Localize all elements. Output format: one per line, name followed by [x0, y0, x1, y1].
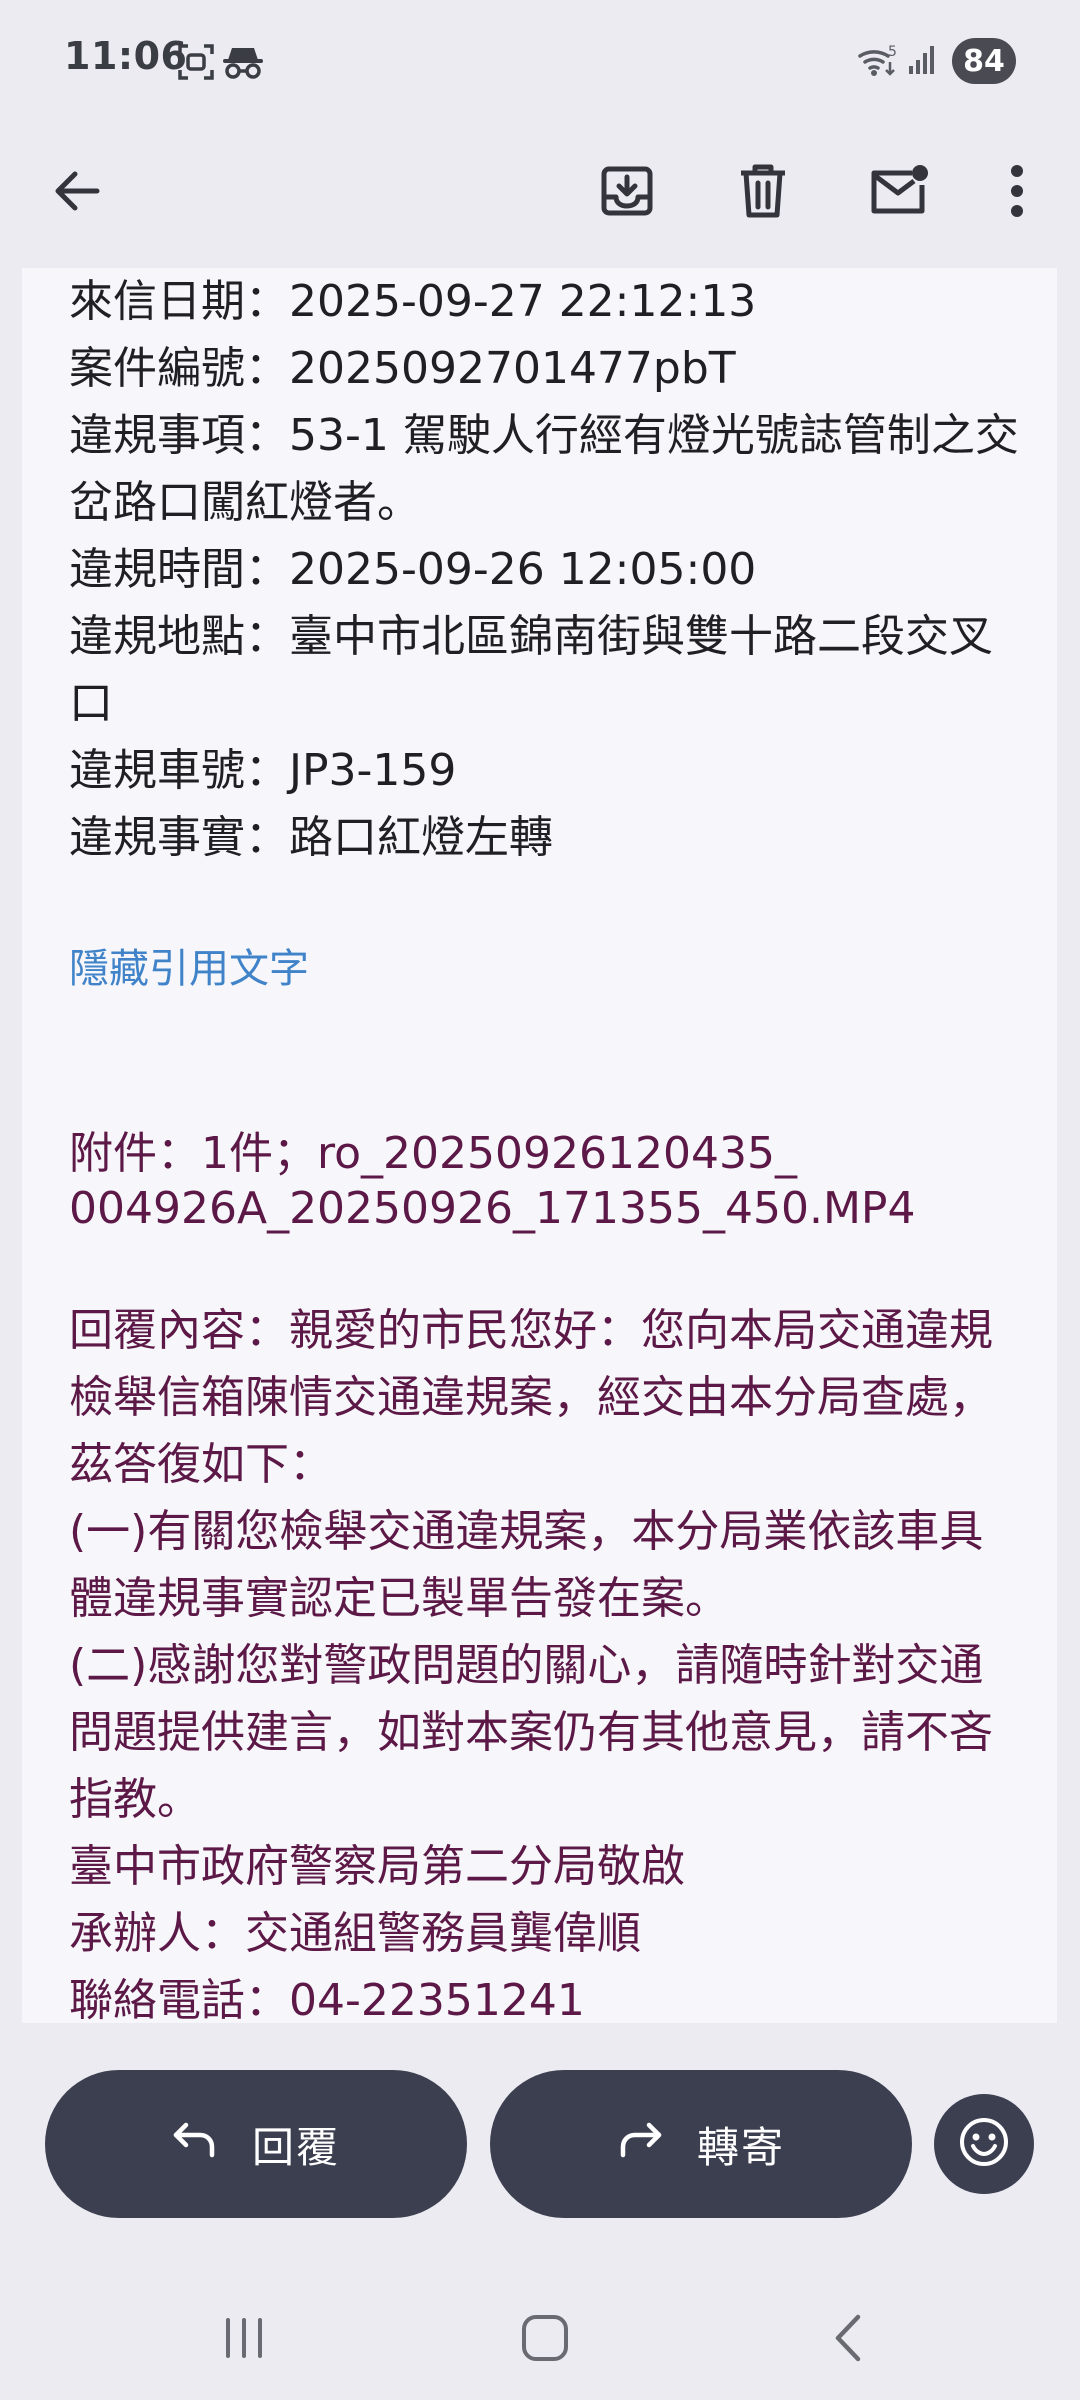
forward-label: 轉寄 [696, 2122, 785, 2172]
reply-line: (二)感謝您對警政問題的關心，請隨時針對交通 [69, 1640, 984, 1691]
recent-apps-icon [220, 2316, 268, 2364]
forward-button[interactable]: 轉寄 [490, 2070, 912, 2218]
forward-icon [617, 2119, 697, 2169]
attachment-line: 004926A_20250926_171355_450.MP4 [69, 1183, 916, 1234]
back-arrow-icon [51, 165, 103, 221]
attachment-line: 附件：1件；ro_20250926120435_ [69, 1128, 797, 1179]
reply-line: 回覆內容：親愛的市民您好：您向本局交通違規 [69, 1305, 993, 1356]
system-navigation-bar [0, 2270, 1080, 2400]
reply-line: 檢舉信箱陳情交通違規案，經交由本分局查處， [69, 1372, 993, 1423]
email-line: 來信日期：2025-09-27 22:12:13 [69, 276, 757, 327]
email-line: 違規事實：路口紅燈左轉 [69, 812, 553, 863]
nav-back-button[interactable] [808, 2310, 888, 2370]
more-options-button[interactable] [974, 150, 1060, 236]
reply-icon [172, 2119, 252, 2169]
mark-unread-button[interactable] [856, 150, 942, 236]
top-app-bar [0, 120, 1080, 265]
reply-content: 回覆內容：親愛的市民您好：您向本局交通違規 檢舉信箱陳情交通違規案，經交由本分局… [69, 1297, 993, 2023]
home-button[interactable] [505, 2310, 585, 2370]
status-bar: 11:06 5 84 [0, 0, 1080, 120]
reply-line: 指教。 [69, 1774, 201, 1825]
reply-line: (一)有關您檢舉交通違規案，本分局業依該車具 [69, 1506, 984, 1557]
screenshot-icon [176, 42, 216, 86]
incognito-icon [222, 44, 264, 84]
nav-back-icon [830, 2313, 866, 2367]
smiley-icon [958, 2116, 1010, 2172]
reply-line: 臺中市政府警察局第二分局敬啟 [69, 1841, 685, 1892]
svg-text:5: 5 [888, 44, 897, 60]
attachment-info: 附件：1件；ro_20250926120435_ 004926A_2025092… [69, 1126, 915, 1236]
email-line: 違規事項：53-1 駕駛人行經有燈光號誌管制之交 [69, 410, 1019, 461]
email-line: 案件編號：2025092701477pbT [69, 343, 736, 394]
emoji-reaction-button[interactable] [934, 2094, 1034, 2194]
archive-button[interactable] [584, 150, 670, 236]
archive-icon [599, 163, 655, 223]
recent-apps-button[interactable] [204, 2310, 284, 2370]
wifi-icon: 5 [856, 42, 900, 82]
reply-line: 聯絡電話：04-22351241 [69, 1975, 585, 2023]
reply-line: 承辦人：交通組警務員龔偉順 [69, 1908, 641, 1959]
delete-button[interactable] [720, 150, 806, 236]
email-line: 口 [69, 678, 113, 729]
delete-icon [738, 163, 788, 223]
reply-line: 問題提供建言，如對本案仍有其他意見，請不吝 [69, 1707, 993, 1758]
signal-icon [908, 44, 938, 80]
hide-quoted-text-link[interactable]: 隱藏引用文字 [69, 936, 309, 1003]
email-line: 違規時間：2025-09-26 12:05:00 [69, 544, 757, 595]
reply-line: 體違規事實認定已製單告發在案。 [69, 1573, 729, 1624]
status-time: 11:06 [64, 34, 188, 78]
reply-button[interactable]: 回覆 [45, 2070, 467, 2218]
mark-unread-icon [868, 163, 930, 223]
reply-label: 回覆 [251, 2122, 340, 2172]
home-icon [520, 2313, 570, 2367]
back-button[interactable] [34, 150, 120, 236]
battery-indicator: 84 [952, 38, 1016, 84]
email-line: 違規車號：JP3-159 [69, 745, 457, 796]
reply-line: 茲答復如下： [69, 1439, 333, 1490]
more-vert-icon [1009, 163, 1025, 223]
email-line: 岔路口闖紅燈者。 [69, 477, 421, 528]
email-message-card: 來信日期：2025-09-27 22:12:13 案件編號：2025092701… [22, 268, 1057, 2023]
email-details: 來信日期：2025-09-27 22:12:13 案件編號：2025092701… [69, 268, 1019, 871]
email-line: 違規地點：臺中市北區錦南街與雙十路二段交叉 [69, 611, 993, 662]
